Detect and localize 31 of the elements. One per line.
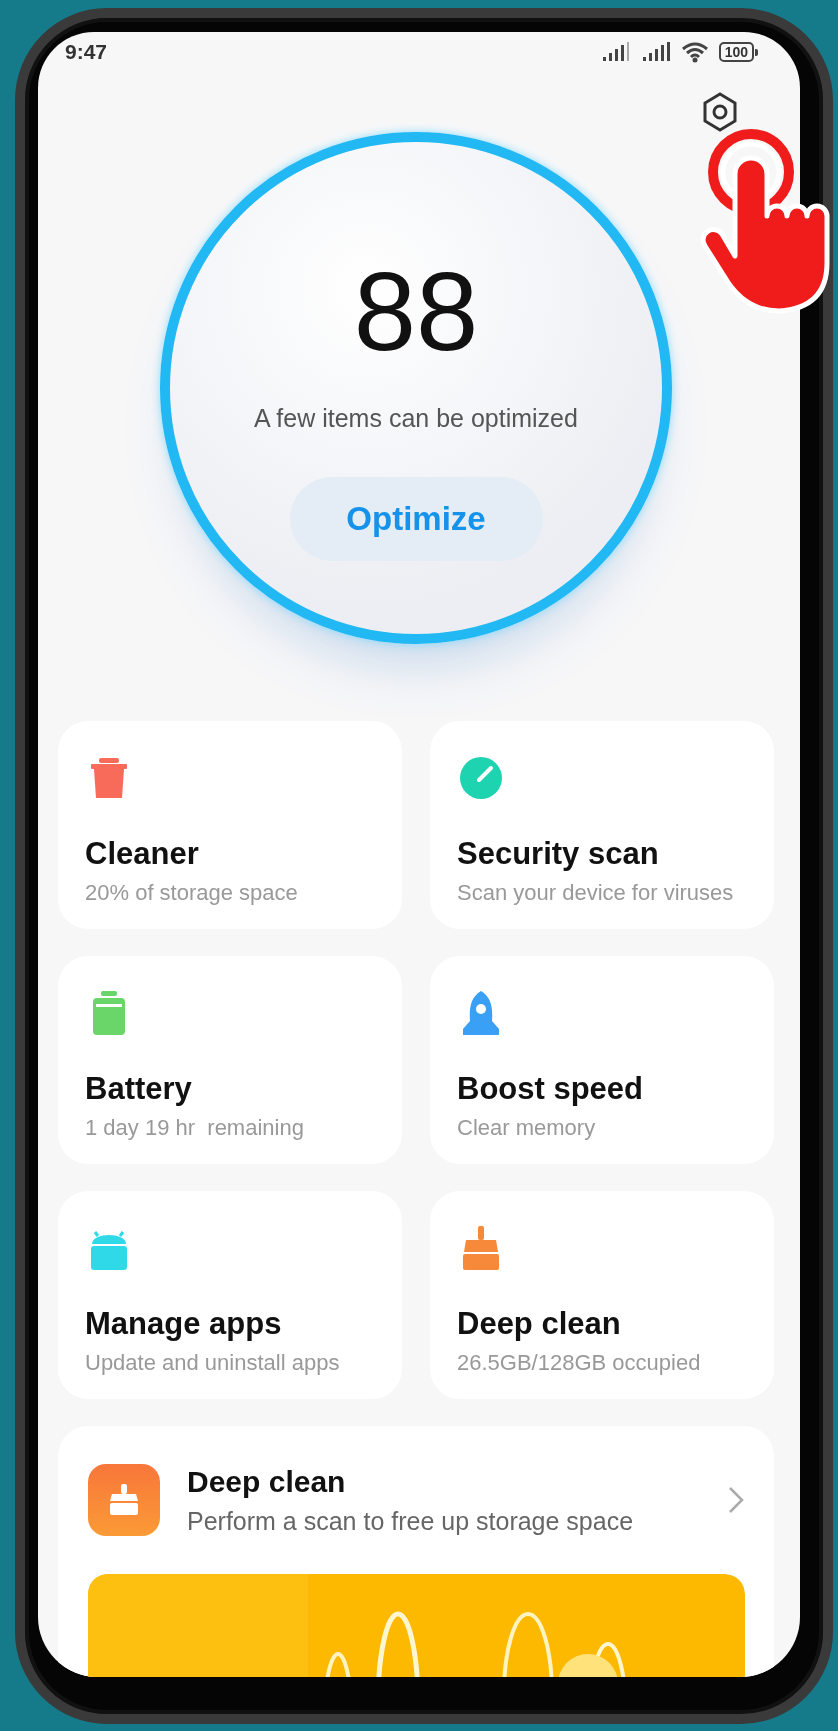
card-subtitle: Perform a scan to free up storage space (187, 1506, 635, 1536)
wifi-icon (680, 41, 709, 63)
tile-title: Boost speed (457, 1071, 644, 1107)
feature-tile[interactable]: Security scan Scan your device for viruses (430, 721, 774, 929)
score-caption: A few items can be optimized (254, 403, 578, 433)
feature-tile[interactable]: Manage apps Update and uninstall apps (58, 1191, 402, 1399)
settings-icon[interactable] (702, 92, 738, 132)
tile-subtitle: 20% of storage space (85, 880, 298, 906)
tile-subtitle: Update and uninstall apps (85, 1350, 340, 1376)
tile-title: Cleaner (85, 836, 199, 872)
tile-title: Security scan (457, 836, 659, 872)
card-title: Deep clean (187, 1464, 347, 1499)
signal-icon (640, 42, 671, 62)
tile-subtitle: 26.5GB/128GB occupied (457, 1350, 701, 1376)
chevron-right-icon (727, 1485, 745, 1515)
battery-level: 100 (718, 42, 754, 62)
feature-tile[interactable]: Boost speed Clear memory (430, 956, 774, 1164)
feature-tile[interactable]: Battery 1 day 19 hr remaining (58, 956, 402, 1164)
tile-subtitle: 1 day 19 hr remaining (85, 1115, 304, 1141)
tile-subtitle: Clear memory (457, 1115, 596, 1141)
tile-title: Battery (85, 1071, 192, 1107)
score-value: 88 (353, 248, 479, 376)
tile-title: Manage apps (85, 1306, 282, 1342)
deep-clean-card[interactable]: Deep clean Perform a scan to free up storage space (58, 1426, 774, 1677)
status-time: 9:47 (65, 40, 108, 64)
broom-icon (88, 1464, 160, 1536)
tile-title: Deep clean (457, 1306, 621, 1342)
feature-tile[interactable]: Deep clean 26.5GB/128GB occupied (430, 1191, 774, 1399)
tile-subtitle: Scan your device for viruses (457, 880, 734, 906)
signal-icon (600, 42, 631, 62)
feature-tile[interactable]: Cleaner 20% of storage space (58, 721, 402, 929)
